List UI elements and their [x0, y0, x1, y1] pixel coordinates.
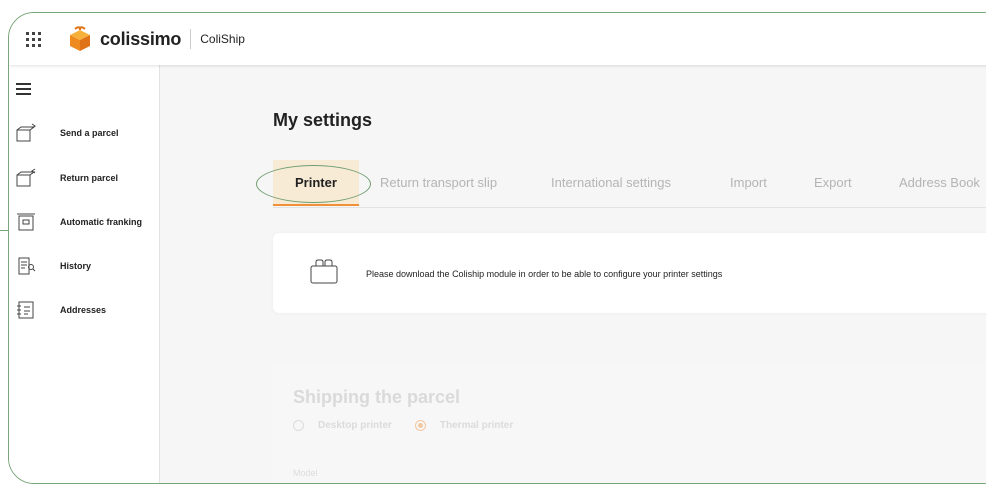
sidebar-item-send-parcel[interactable]: Send a parcel [9, 120, 119, 146]
sidebar-item-label: Automatic franking [60, 217, 143, 227]
history-icon [15, 255, 37, 277]
sidebar-item-automatic-franking[interactable]: Automatic franking [9, 209, 142, 235]
thermal-printer-radio[interactable] [414, 420, 426, 431]
main-content: My settings Printer Return transport sli… [160, 65, 986, 483]
apps-grid-icon[interactable] [24, 30, 42, 48]
sidebar-item-history[interactable]: History [9, 253, 91, 279]
sidebar-item-addresses[interactable]: Addresses [9, 297, 106, 323]
thermal-printer-label: Thermal printer [439, 420, 514, 431]
tab-import[interactable]: Import [730, 160, 767, 206]
colissimo-logo-icon [70, 26, 90, 51]
app-name: ColiShip [200, 32, 245, 46]
sidebar-item-label: History [60, 261, 92, 271]
tab-export[interactable]: Export [814, 160, 852, 206]
addresses-icon [15, 299, 37, 321]
tab-address-book[interactable]: Address Book [899, 160, 980, 206]
desktop-printer-radio[interactable] [293, 420, 304, 431]
return-parcel-icon [15, 167, 37, 189]
page-title: My settings [273, 110, 373, 130]
send-parcel-icon [15, 122, 37, 144]
sidebar-item-label: Send a parcel [60, 128, 119, 138]
top-bar: colissimo ColiShip [9, 13, 986, 65]
franking-icon [15, 211, 37, 233]
logo-divider [190, 29, 192, 49]
desktop-printer-label: Desktop printer [318, 420, 392, 431]
notice-message: Please download the Coliship module in o… [366, 269, 723, 279]
logo[interactable]: colissimo [68, 26, 181, 52]
menu-icon[interactable] [16, 83, 31, 98]
printer-module-icon [309, 259, 339, 290]
printer-notice-card: Please download the Coliship module in o… [273, 233, 986, 313]
section-title: Shipping the parcel [293, 387, 461, 407]
sidebar-item-label: Addresses [60, 305, 107, 315]
settings-tabs: Printer Return transport slip Internatio… [256, 160, 986, 208]
tab-return-transport-slip[interactable]: Return transport slip [380, 160, 497, 206]
sidebar: Send a parcel Return parcel Automatic fr… [9, 65, 160, 483]
shipping-parcel-section: Shipping the parcel Desktop printer Ther… [273, 363, 986, 483]
sidebar-item-label: Return parcel [60, 173, 119, 183]
tab-international-settings[interactable]: International settings [551, 160, 671, 206]
tab-printer[interactable]: Printer [273, 160, 359, 206]
logo-text: colissimo [100, 28, 182, 49]
printer-type-options: Desktop printer Thermal printer [293, 420, 513, 431]
tabs-divider [273, 207, 986, 208]
model-label: Model [293, 468, 318, 478]
app-window: colissimo ColiShip Send a parcel Return … [8, 12, 986, 484]
sidebar-item-return-parcel[interactable]: Return parcel [9, 165, 118, 191]
